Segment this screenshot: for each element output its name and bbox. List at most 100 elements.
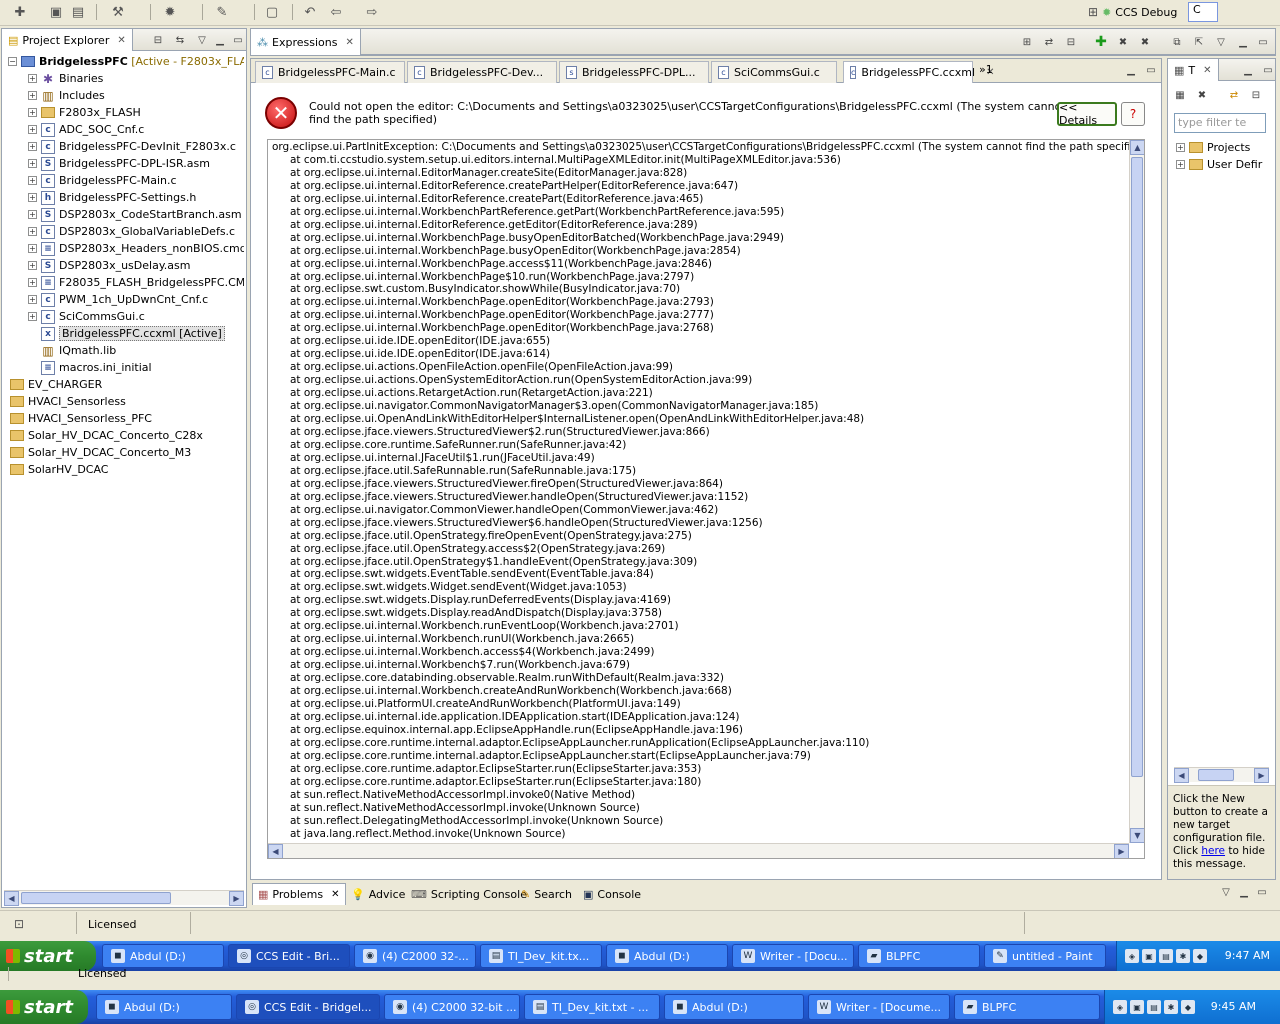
tree-node[interactable]: + c BridgelessPFC-Main.c — [28, 172, 177, 189]
expand-icon[interactable]: + — [28, 244, 37, 253]
tree-node[interactable]: + ✱ Binaries — [28, 70, 103, 87]
display-icon[interactable]: ▤ — [1147, 1000, 1161, 1014]
scroll-right-icon[interactable]: ▶ — [1114, 844, 1129, 858]
taskbar-button[interactable]: ▤ TI_Dev_kit.txt - ... — [524, 994, 660, 1020]
tab-search[interactable]: ✎ Search — [516, 883, 577, 905]
last-edit-icon[interactable]: ↶ — [300, 3, 320, 21]
back-arrow-icon[interactable]: ⇦ — [326, 3, 346, 21]
editor-tab[interactable]: c BridgelessPFC-Main.c — [255, 61, 405, 83]
tree-node[interactable]: x BridgelessPFC.ccxml [Active] — [28, 325, 225, 342]
scroll-left-icon[interactable]: ◀ — [4, 891, 19, 906]
expand-icon[interactable]: + — [28, 312, 37, 321]
maximize-icon[interactable]: ▭ — [1143, 62, 1159, 78]
save-all-icon[interactable]: ▤ — [68, 3, 88, 21]
link-editor-icon[interactable]: ⇆ — [172, 32, 188, 48]
network-icon[interactable]: ◈ — [1125, 949, 1139, 963]
tree-node[interactable]: ▥ IQmath.lib — [28, 342, 116, 359]
taskbar-button[interactable]: ✎ untitled - Paint — [984, 944, 1106, 968]
tab-problems[interactable]: ▦ Problems ✕ — [252, 883, 346, 905]
tab-target-configurations[interactable]: ▦ T ✕ — [1168, 59, 1219, 81]
collapse-all-icon[interactable]: ⊟ — [150, 32, 166, 48]
close-icon[interactable]: ✕ — [1203, 65, 1211, 76]
expand-icon[interactable]: + — [28, 91, 37, 100]
expand-icon[interactable]: + — [28, 159, 37, 168]
stack-trace-box[interactable]: org.eclipse.ui.PartInitException: C:\Doc… — [267, 139, 1145, 859]
editor-tab[interactable]: c BridgelessPFC.ccxml ✕ — [843, 61, 994, 83]
close-icon[interactable]: ✕ — [117, 35, 125, 46]
update-icon[interactable]: ◆ — [1181, 1000, 1195, 1014]
scroll-thumb[interactable] — [21, 892, 171, 904]
close-icon[interactable]: ✕ — [331, 889, 339, 900]
clock[interactable]: 9:47 AM — [1225, 949, 1270, 962]
maximize-icon[interactable]: ▭ — [1255, 34, 1271, 50]
collapse-all-icon[interactable]: ⊟ — [1248, 87, 1264, 103]
tree-node[interactable]: + ≡ DSP2803x_Headers_nonBIOS.cmd — [28, 240, 244, 257]
tree-node[interactable]: + c BridgelessPFC-DevInit_F2803x.c — [28, 138, 236, 155]
perspective-ccs-edit[interactable]: C — [1188, 2, 1218, 22]
tree-node-projects[interactable]: + Projects — [1176, 139, 1250, 156]
scroll-right-icon[interactable]: ▶ — [1254, 768, 1269, 783]
new-target-config-icon[interactable]: ▦ — [1172, 87, 1188, 103]
expand-icon[interactable]: + — [1176, 160, 1185, 169]
antivirus-icon[interactable]: ✱ — [1164, 1000, 1178, 1014]
show-type-names-icon[interactable]: ⊞ — [1019, 34, 1035, 50]
taskbar-button[interactable]: W Writer - [Docu... — [732, 944, 854, 968]
tree-node-project[interactable]: HVACI_Sensorless_PFC — [10, 410, 152, 427]
minimize-icon[interactable]: ▁ — [1123, 62, 1139, 78]
tree-node-project[interactable]: SolarHV_DCAC — [10, 461, 109, 478]
help-icon[interactable]: ? — [1121, 102, 1145, 126]
tree-node[interactable]: + S DSP2803x_CodeStartBranch.asm — [28, 206, 242, 223]
project-explorer-hscroll[interactable]: ◀ ▶ — [4, 890, 244, 906]
minimize-icon[interactable]: ▁ — [1236, 884, 1252, 900]
taskbar-button[interactable]: ◉ (4) C2000 32-bit ... — [384, 994, 520, 1020]
maximize-icon[interactable]: ▭ — [1254, 884, 1270, 900]
tree-node-project[interactable]: EV_CHARGER — [10, 376, 102, 393]
taskbar-button[interactable]: ◼ Abdul (D:) — [664, 994, 804, 1020]
expand-icon[interactable]: + — [28, 176, 37, 185]
expand-icon[interactable]: + — [28, 74, 37, 83]
maximize-icon[interactable]: ▭ — [1260, 62, 1276, 78]
monitor-icon[interactable]: ▣ — [1130, 1000, 1144, 1014]
scroll-left-icon[interactable]: ◀ — [1174, 768, 1189, 783]
tree-node[interactable]: + c DSP2803x_GlobalVariableDefs.c — [28, 223, 235, 240]
filter-input[interactable]: type filter te — [1174, 113, 1266, 133]
taskbar-button[interactable]: ◼ Abdul (D:) — [96, 994, 232, 1020]
tree-node-bridgelesspfc[interactable]: − BridgelessPFC [Active - F2803x_FLA — [8, 53, 244, 70]
editor-tab[interactable]: c SciCommsGui.c — [711, 61, 837, 83]
taskbar-button[interactable]: ▰ BLPFC — [954, 994, 1100, 1020]
minimize-icon[interactable]: ▁ — [212, 32, 228, 48]
ghost-start-button[interactable]: start — [0, 990, 88, 1024]
expand-icon[interactable]: + — [28, 108, 37, 117]
expand-icon[interactable]: + — [28, 210, 37, 219]
taskbar-button[interactable]: W Writer - [Docume... — [808, 994, 950, 1020]
delete-icon[interactable]: ✖ — [1194, 87, 1210, 103]
trace-hscroll[interactable]: ◀ ▶ — [268, 843, 1129, 858]
target-hscroll[interactable]: ◀ ▶ — [1174, 767, 1269, 783]
antivirus-icon[interactable]: ✱ — [1176, 949, 1190, 963]
tab-advice[interactable]: 💡 Advice — [346, 883, 410, 905]
minimize-icon[interactable]: ▁ — [1240, 62, 1256, 78]
taskbar-button[interactable]: ◼ Abdul (D:) — [606, 944, 728, 968]
forward-arrow-icon[interactable]: ⇨ — [362, 3, 382, 21]
view-menu-icon[interactable]: ▽ — [194, 32, 210, 48]
editor-overflow[interactable]: »1 — [979, 63, 993, 76]
show-logical-structure-icon[interactable]: ⇄ — [1041, 34, 1057, 50]
scroll-up-icon[interactable]: ▲ — [1130, 140, 1144, 155]
view-menu-icon[interactable]: ▽ — [1218, 884, 1234, 900]
tree-node[interactable]: + S BridgelessPFC-DPL-ISR.asm — [28, 155, 210, 172]
expand-icon[interactable]: + — [28, 227, 37, 236]
tree-node[interactable]: + c ADC_SOC_Cnf.c — [28, 121, 144, 138]
expand-icon[interactable]: + — [28, 261, 37, 270]
details-button[interactable]: << Details — [1057, 101, 1117, 127]
tab-expressions[interactable]: ⁂ Expressions ✕ — [251, 29, 361, 55]
flash-tool-icon[interactable]: ✎ — [212, 3, 232, 21]
refresh-icon[interactable]: ⇄ — [1226, 87, 1242, 103]
view-menu-icon[interactable]: ▽ — [1213, 34, 1229, 50]
tree-node[interactable]: + ≡ F28035_FLASH_BridgelessPFC.CMD — [28, 274, 244, 291]
editor-tab[interactable]: c BridgelessPFC-Dev... — [407, 61, 557, 83]
tab-project-explorer[interactable]: ▤ Project Explorer ✕ — [2, 29, 133, 51]
expand-icon[interactable]: + — [28, 142, 37, 151]
taskbar-button[interactable]: ◎ CCS Edit - Bri... — [228, 944, 350, 968]
hide-message-link[interactable]: here — [1201, 845, 1225, 857]
close-icon[interactable]: ✕ — [345, 37, 353, 48]
